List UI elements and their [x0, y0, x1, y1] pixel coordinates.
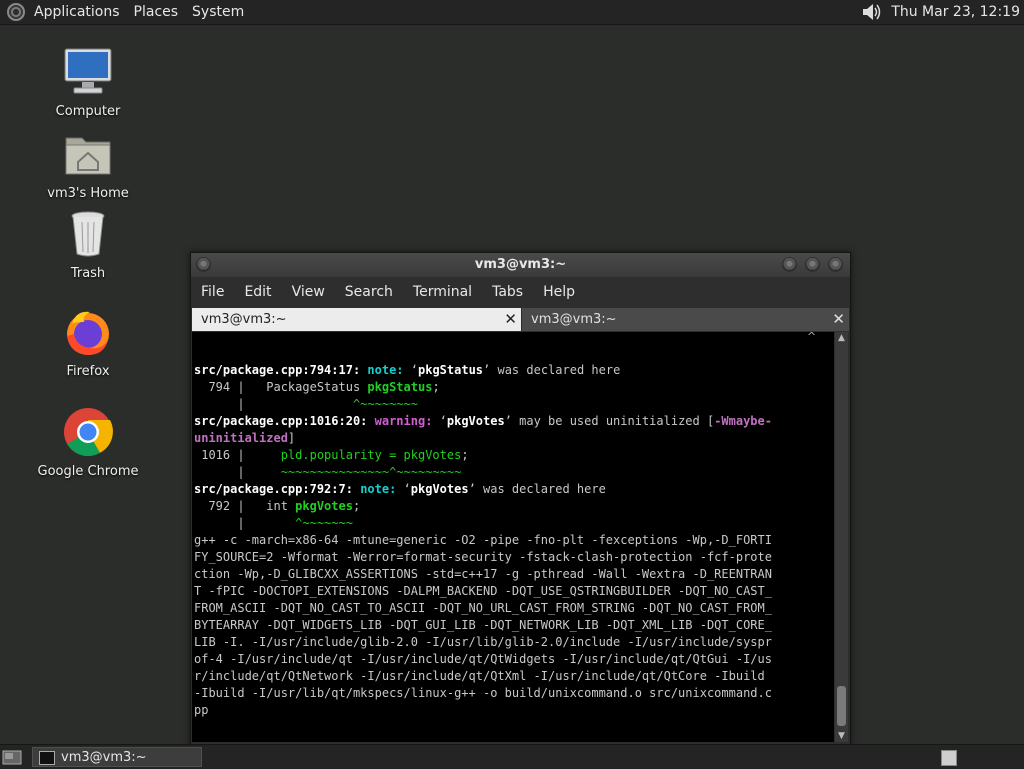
terminal-window[interactable]: vm3@vm3:~ File Edit View Search Terminal…: [190, 252, 851, 746]
menu-search[interactable]: Search: [335, 284, 403, 300]
tab-label: vm3@vm3:~: [531, 312, 617, 327]
firefox-icon: [67, 311, 109, 355]
show-desktop-icon[interactable]: [2, 748, 22, 766]
desktop-icon-label: Firefox: [66, 364, 110, 379]
close-button[interactable]: [828, 257, 843, 272]
terminal-tabs: vm3@vm3:~ ✕ vm3@vm3:~ ✕: [192, 308, 849, 332]
minimize-button[interactable]: [782, 257, 797, 272]
menu-view[interactable]: View: [282, 284, 335, 300]
tab-terminal-2[interactable]: vm3@vm3:~ ✕: [521, 308, 849, 331]
menu-system[interactable]: System: [185, 0, 251, 24]
chrome-icon: [64, 408, 113, 457]
menu-places[interactable]: Places: [127, 0, 186, 24]
taskbar-label: vm3@vm3:~: [61, 750, 147, 765]
terminal-text: src/package.cpp:794:17: note: ‘pkgStatus…: [194, 363, 772, 717]
terminal-icon: [39, 751, 55, 765]
panel-clock[interactable]: Thu Mar 23, 12:19: [891, 4, 1020, 20]
desktop-icon-label: Trash: [70, 266, 106, 281]
desktop-icon-label: vm3's Home: [47, 186, 129, 201]
system-logo-icon[interactable]: [7, 3, 25, 21]
desktop-icon-computer[interactable]: Computer: [28, 46, 148, 119]
menu-edit[interactable]: Edit: [234, 284, 281, 300]
tab-label: vm3@vm3:~: [201, 312, 287, 327]
terminal-scrollbar[interactable]: ▲ ▼: [835, 332, 848, 742]
tab-terminal-1[interactable]: vm3@vm3:~ ✕: [192, 308, 521, 331]
window-titlebar[interactable]: vm3@vm3:~: [191, 253, 850, 277]
desktop-icon-firefox[interactable]: Firefox: [28, 306, 148, 379]
home-folder-icon: [65, 137, 111, 175]
menu-help[interactable]: Help: [533, 284, 585, 300]
desktop-icon-home[interactable]: vm3's Home: [28, 128, 148, 201]
terminal-menubar: File Edit View Search Terminal Tabs Help: [191, 279, 850, 305]
desktop-icon-chrome[interactable]: Google Chrome: [28, 406, 148, 479]
desktop-icon-label: Google Chrome: [37, 464, 139, 479]
workspace-switcher[interactable]: [941, 750, 957, 766]
menu-tabs[interactable]: Tabs: [482, 284, 533, 300]
window-title: vm3@vm3:~: [474, 257, 567, 272]
scroll-up-arrow-icon[interactable]: ▲: [835, 332, 848, 344]
terminal-output[interactable]: ^ src/package.cpp:794:17: note: ‘pkgStat…: [192, 332, 834, 742]
panel-tray: Thu Mar 23, 12:19: [861, 0, 1020, 24]
menu-file[interactable]: File: [191, 284, 234, 300]
volume-icon[interactable]: [861, 2, 883, 22]
top-panel: Applications Places System Thu Mar 23, 1…: [0, 0, 1024, 25]
desktop-icon-trash[interactable]: Trash: [28, 208, 148, 281]
menu-terminal[interactable]: Terminal: [403, 284, 482, 300]
menu-applications[interactable]: Applications: [27, 0, 127, 24]
tab-close-icon[interactable]: ✕: [504, 308, 517, 331]
taskbar-terminal-button[interactable]: vm3@vm3:~: [32, 747, 202, 767]
bottom-panel: vm3@vm3:~: [0, 744, 1024, 769]
tab-close-icon[interactable]: ✕: [832, 308, 845, 331]
scroll-hint-icon: ^: [807, 332, 817, 343]
trash-icon: [71, 211, 105, 257]
scroll-thumb[interactable]: [837, 686, 846, 726]
desktop-icon-label: Computer: [55, 104, 121, 119]
scroll-down-arrow-icon[interactable]: ▼: [835, 730, 848, 742]
maximize-button[interactable]: [805, 257, 820, 272]
computer-icon: [64, 48, 112, 94]
